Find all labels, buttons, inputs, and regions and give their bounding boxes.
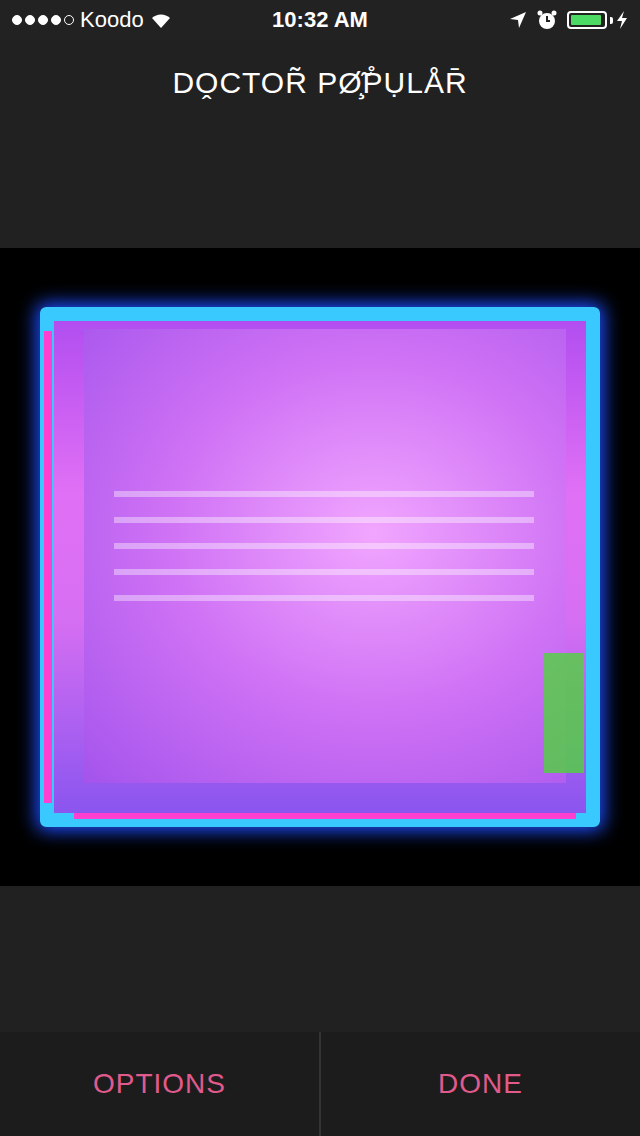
photographed-screen	[40, 307, 600, 827]
signal-dot	[38, 15, 48, 25]
screen-pattern	[114, 491, 534, 601]
battery-icon	[567, 11, 628, 29]
signal-icon	[12, 15, 74, 25]
signal-dot	[64, 15, 74, 25]
signal-dot	[25, 15, 35, 25]
bottom-bar: OPTIONSDONE	[0, 1032, 640, 1136]
location-arrow-icon	[509, 11, 527, 29]
header-spacer	[0, 136, 640, 248]
green-noise	[544, 653, 584, 773]
wifi-icon	[150, 11, 172, 29]
pink-edge	[44, 331, 52, 803]
photo	[0, 248, 640, 886]
done-button[interactable]: DONE	[319, 1032, 640, 1136]
battery-tip	[610, 17, 613, 24]
battery-fill	[571, 15, 601, 25]
app-title: DO̭CTOR̃ PØ̧̃P̊ỤLÅR̄	[0, 40, 640, 136]
signal-dot	[12, 15, 22, 25]
battery-track	[567, 11, 607, 29]
alarm-clock-icon	[537, 10, 557, 30]
charging-bolt-icon	[616, 11, 628, 29]
carrier: Koodo	[80, 7, 144, 33]
status-right	[368, 10, 628, 30]
clock: 10:32 AM	[272, 7, 368, 33]
status-left: Koodo	[12, 7, 272, 33]
options-button[interactable]: OPTIONS	[0, 1032, 319, 1136]
signal-dot	[51, 15, 61, 25]
title-text: DO̭CTOR̃ PØ̧̃P̊ỤLÅR̄	[172, 66, 467, 100]
status-bar: Koodo 10:32 AM	[0, 0, 640, 40]
toolbar-spacer	[0, 886, 640, 1032]
pink-bottom-edge	[74, 813, 576, 819]
